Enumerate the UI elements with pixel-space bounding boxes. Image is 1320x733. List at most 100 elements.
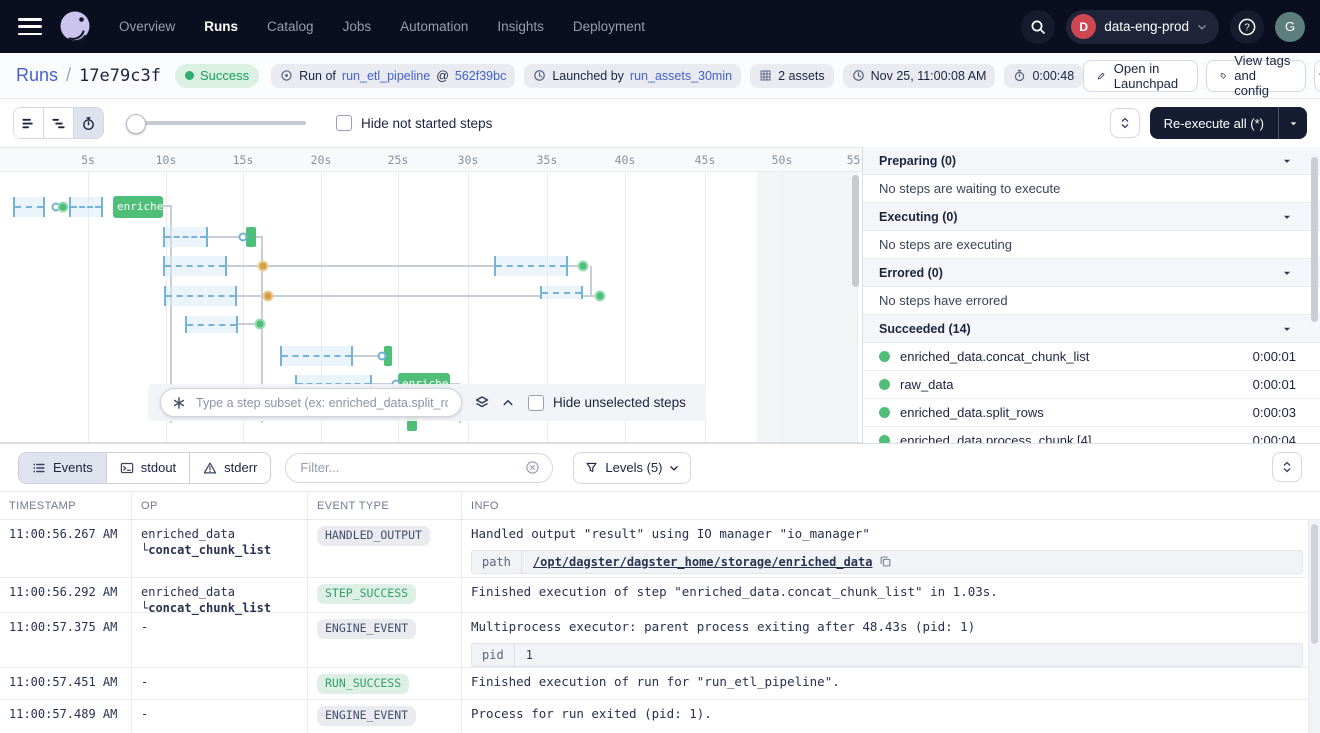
dagster-logo-icon[interactable] [57, 8, 94, 45]
layers-icon[interactable] [474, 395, 490, 411]
gantt-step-pending-box[interactable] [163, 256, 227, 276]
tab-stdout[interactable]: stdout [106, 453, 189, 483]
copy-icon[interactable] [879, 555, 892, 568]
tag-link[interactable]: run_assets_30min [630, 69, 732, 83]
hamburger-menu-icon[interactable] [18, 18, 42, 35]
events-scrollbar-thumb[interactable] [1311, 524, 1318, 644]
gantt-marker-dot[interactable] [255, 319, 266, 330]
nav-item-runs[interactable]: Runs [204, 19, 238, 34]
gantt-marker-dot[interactable] [239, 233, 248, 242]
tag-link[interactable]: run_etl_pipeline [342, 69, 430, 83]
gantt-step-pending-box[interactable] [69, 197, 103, 217]
event-type-badge: ENGINE_EVENT [317, 706, 416, 726]
user-avatar[interactable]: G [1275, 12, 1305, 42]
events-expand-button[interactable] [1272, 452, 1302, 482]
waterfall-view-icon[interactable] [43, 108, 73, 138]
gantt-marker-dot[interactable] [58, 202, 69, 213]
gantt-step-pending-box[interactable] [185, 316, 238, 333]
reexecute-dropdown-caret[interactable] [1278, 107, 1307, 139]
run-tag[interactable]: 2 assets [750, 64, 834, 88]
panel-scrollbar[interactable] [1311, 157, 1318, 322]
column-header-event-type[interactable]: EVENT TYPE [308, 492, 462, 519]
gantt-step-pending-box[interactable] [540, 286, 583, 299]
succeeded-step-row[interactable]: raw_data0:00:01 [863, 371, 1320, 399]
nav-item-deployment[interactable]: Deployment [573, 19, 645, 34]
step-subset-input-wrap[interactable] [160, 388, 462, 417]
open-in-launchpad-button[interactable]: Open in Launchpad [1083, 60, 1197, 92]
gantt-step-bar[interactable]: enriche… [113, 196, 163, 218]
gantt-step-pending-box[interactable] [280, 346, 353, 366]
chevron-up-icon[interactable] [502, 397, 514, 409]
gantt-marker-dot[interactable] [378, 352, 387, 361]
panel-section-header[interactable]: Errored (0) [863, 259, 1320, 287]
gantt-axis-tick: 35s [537, 153, 558, 167]
gantt-step-pending-box[interactable] [494, 256, 568, 276]
gantt-marker-dot[interactable] [578, 261, 589, 272]
event-op: - [132, 613, 308, 673]
gantt-marker-dot[interactable] [595, 291, 606, 302]
clock-icon [533, 69, 546, 82]
nav-item-catalog[interactable]: Catalog [267, 19, 314, 34]
gantt-marker-dot[interactable] [263, 291, 274, 302]
events-filter[interactable] [285, 453, 553, 483]
slider-knob[interactable] [126, 114, 146, 134]
run-tag[interactable]: Launched by run_assets_30min [524, 64, 741, 88]
events-scrollbar-track[interactable] [1308, 520, 1320, 733]
event-row[interactable]: 11:00:56.292 AMenriched_data└concat_chun… [0, 578, 1320, 613]
gantt-marker-dot[interactable] [258, 261, 269, 272]
path-link[interactable]: /opt/dagster/dagster_home/storage/enrich… [533, 554, 873, 570]
gantt-zoom-slider[interactable] [126, 114, 306, 132]
succeeded-step-row[interactable]: enriched_data.concat_chunk_list0:00:01 [863, 343, 1320, 371]
event-row[interactable]: 11:00:56.267 AMenriched_data└concat_chun… [0, 520, 1320, 578]
event-info: Multiprocess executor: parent process ex… [462, 613, 1320, 673]
nav-item-automation[interactable]: Automation [400, 19, 468, 34]
succeeded-step-row[interactable]: enriched_data.process_chunk [4]0:00:04 [863, 427, 1320, 443]
panel-section-header[interactable]: Executing (0) [863, 203, 1320, 231]
timed-view-icon[interactable] [73, 108, 103, 138]
panel-section-header[interactable]: Succeeded (14) [863, 315, 1320, 343]
expand-collapse-button[interactable] [1110, 108, 1140, 138]
run-tag[interactable]: 0:00:48 [1004, 64, 1083, 88]
panel-section-header[interactable]: Preparing (0) [863, 147, 1320, 175]
succeeded-step-row[interactable]: enriched_data.split_rows0:00:03 [863, 399, 1320, 427]
clear-filter-icon[interactable] [525, 460, 540, 475]
run-header-more-button[interactable] [1314, 60, 1320, 92]
hide-unselected-checkbox-row[interactable]: Hide unselected steps [528, 395, 686, 411]
view-tags-config-button[interactable]: View tags and config [1206, 60, 1306, 92]
hide-unselected-checkbox[interactable] [528, 395, 544, 411]
gantt-step-pending-box[interactable] [13, 197, 45, 217]
tag-link[interactable]: 562f39bc [455, 69, 506, 83]
column-header-timestamp[interactable]: TIMESTAMP [0, 492, 132, 519]
help-icon[interactable]: ? [1230, 10, 1264, 44]
events-filter-input[interactable] [298, 459, 517, 476]
gantt-dependency-line [590, 266, 592, 296]
gantt-step-pending-box[interactable] [164, 286, 237, 306]
hide-not-started-checkbox[interactable] [336, 115, 352, 131]
breadcrumb-runs-link[interactable]: Runs [16, 65, 58, 86]
slider-track[interactable] [126, 121, 306, 125]
step-subset-input[interactable] [194, 395, 450, 411]
search-icon[interactable] [1021, 10, 1055, 44]
hide-not-started-checkbox-row[interactable]: Hide not started steps [336, 115, 492, 131]
nav-item-jobs[interactable]: Jobs [343, 19, 372, 34]
event-row[interactable]: 11:00:57.375 AM-ENGINE_EVENTMultiprocess… [0, 613, 1320, 668]
run-header-buttons: Open in Launchpad View tags and config [1083, 60, 1320, 92]
flat-view-icon[interactable] [14, 108, 43, 138]
event-row[interactable]: 11:00:57.489 AM-ENGINE_EVENTProcess for … [0, 700, 1320, 733]
gantt-scrollbar[interactable] [852, 175, 859, 287]
reexecute-all-button[interactable]: Re-execute all (*) [1150, 107, 1307, 139]
nav-item-insights[interactable]: Insights [497, 19, 544, 34]
workspace-switcher[interactable]: D data-eng-prod [1066, 10, 1219, 44]
levels-dropdown[interactable]: Levels (5) [573, 452, 691, 484]
gantt-step-bar[interactable] [246, 227, 256, 247]
column-header-op[interactable]: OP [132, 492, 308, 519]
target-icon [280, 69, 293, 82]
event-row[interactable]: 11:00:57.451 AM-RUN_SUCCESSFinished exec… [0, 668, 1320, 700]
tab-Events[interactable]: Events [19, 453, 106, 483]
run-tag[interactable]: Nov 25, 11:00:08 AM [843, 64, 996, 88]
nav-item-overview[interactable]: Overview [119, 19, 175, 34]
gantt-step-pending-box[interactable] [163, 227, 208, 247]
run-tag[interactable]: Run of run_etl_pipeline @ 562f39bc [271, 64, 515, 88]
column-header-info[interactable]: INFO [462, 492, 1320, 519]
tab-stderr[interactable]: stderr [189, 453, 270, 483]
